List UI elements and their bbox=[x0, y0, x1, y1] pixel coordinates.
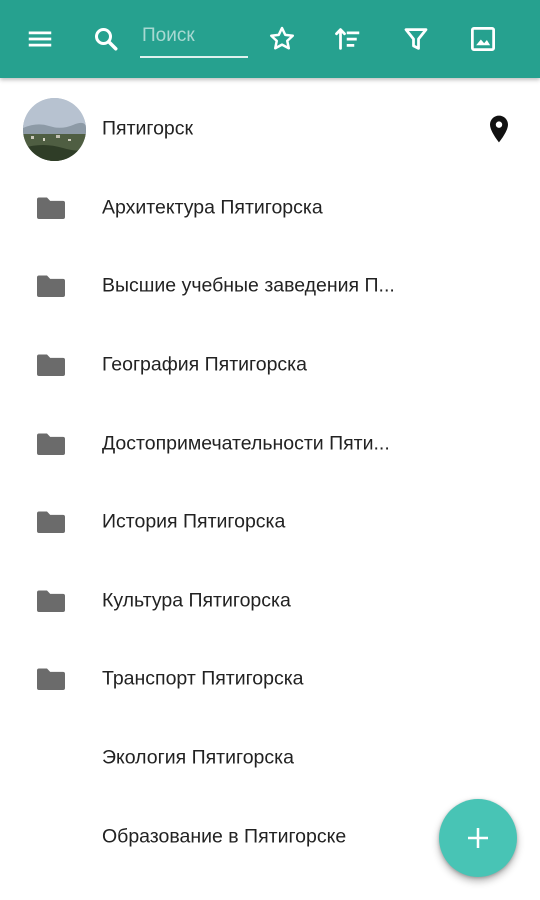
folder-icon bbox=[35, 665, 67, 693]
list-item-pyatigorsk[interactable]: Пятигорск bbox=[0, 90, 540, 169]
filter-icon[interactable] bbox=[396, 19, 436, 59]
search-icon[interactable] bbox=[86, 19, 126, 59]
folder-icon bbox=[35, 430, 67, 458]
toolbar bbox=[0, 0, 540, 78]
folder-icon bbox=[35, 587, 67, 615]
folder-icon bbox=[35, 272, 67, 300]
list-item-label: Высшие учебные заведения П... bbox=[102, 274, 395, 297]
add-button[interactable] bbox=[439, 799, 517, 877]
image-icon[interactable] bbox=[463, 19, 503, 59]
list-item-label: Транспорт Пятигорска bbox=[102, 667, 304, 690]
search-field[interactable] bbox=[140, 18, 248, 58]
sort-icon[interactable] bbox=[328, 19, 368, 59]
list-item[interactable]: Высшие учебные заведения П... bbox=[0, 247, 540, 326]
folder-icon bbox=[35, 194, 67, 222]
list-item[interactable]: Транспорт Пятигорска bbox=[0, 640, 540, 719]
list-item-label: Культура Пятигорска bbox=[102, 589, 291, 612]
list-item[interactable]: История Пятигорска bbox=[0, 483, 540, 562]
list-item-label: Образование в Пятигорске bbox=[102, 825, 347, 848]
star-outline-icon[interactable] bbox=[262, 19, 302, 59]
list-item-label: Архитектура Пятигорска bbox=[102, 196, 323, 219]
list-item-label: История Пятигорска bbox=[102, 510, 286, 533]
list-item[interactable]: География Пятигорска bbox=[0, 326, 540, 405]
city-photo-avatar bbox=[23, 98, 86, 161]
list-item-label: Достопримечательности Пяти... bbox=[102, 432, 390, 455]
list-item[interactable]: Экология Пятигорска bbox=[0, 719, 540, 798]
menu-icon[interactable] bbox=[20, 19, 60, 59]
search-input[interactable] bbox=[140, 18, 248, 54]
list-item[interactable]: Культура Пятигорска bbox=[0, 562, 540, 641]
category-list: Пятигорск Архитектура Пятигорска Высшие … bbox=[0, 90, 540, 876]
plus-icon bbox=[468, 828, 488, 848]
app-screen: Пятигорск Архитектура Пятигорска Высшие … bbox=[0, 0, 540, 900]
list-item-label: Экология Пятигорска bbox=[102, 746, 294, 769]
list-item-label: Пятигорск bbox=[102, 117, 194, 140]
folder-icon bbox=[35, 351, 67, 379]
list-item-label: География Пятигорска bbox=[102, 353, 307, 376]
list-item[interactable]: Достопримечательности Пяти... bbox=[0, 404, 540, 483]
folder-icon bbox=[35, 508, 67, 536]
list-item[interactable]: Архитектура Пятигорска bbox=[0, 169, 540, 248]
location-pin-icon[interactable] bbox=[486, 114, 512, 144]
